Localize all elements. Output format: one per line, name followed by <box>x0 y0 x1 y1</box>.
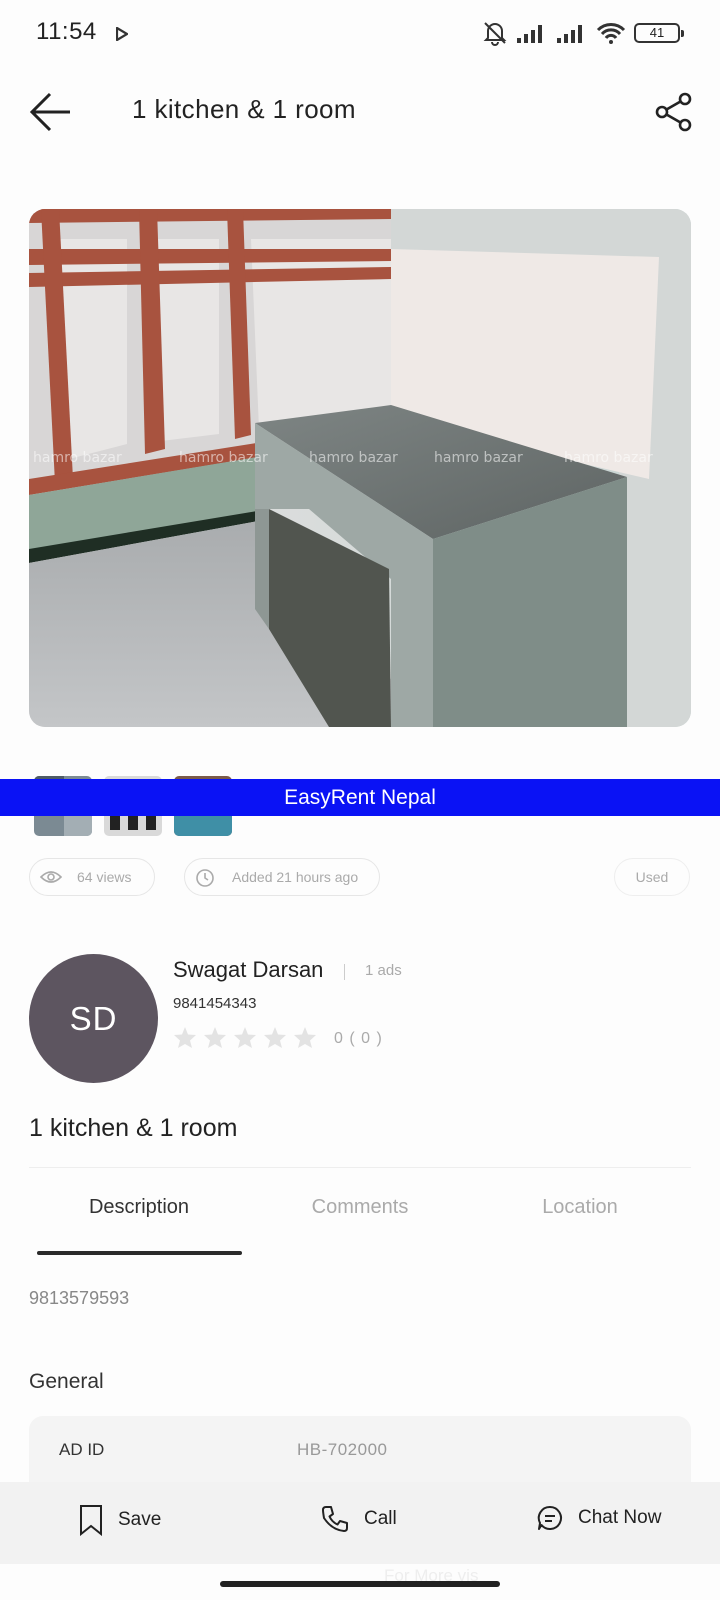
condition-badge: Used <box>614 858 690 896</box>
save-button[interactable]: Save <box>78 1504 161 1536</box>
seller-name[interactable]: Swagat Darsan <box>173 957 323 983</box>
play-notification-icon <box>116 27 128 41</box>
svg-text:hamro bazar: hamro bazar <box>434 450 523 466</box>
listing-photo-image: hamro bazar hamro bazar hamro bazar hamr… <box>29 209 691 727</box>
star-icon <box>234 1027 256 1048</box>
added-time: Added 21 hours ago <box>232 869 359 885</box>
page-title: 1 kitchen & 1 room <box>132 94 356 124</box>
description-text: 9813579593 <box>29 1288 130 1308</box>
star-icon <box>204 1027 226 1048</box>
info-row-key: AD ID <box>59 1440 105 1459</box>
seller-phone: 9841454343 <box>173 995 257 1012</box>
chat-now-button[interactable]: Chat Now <box>536 1504 661 1532</box>
views-count: 64 views <box>77 869 132 885</box>
signal-icon-1 <box>517 25 542 43</box>
seller-divider <box>344 964 345 980</box>
chat-now-label: Chat Now <box>578 1507 662 1528</box>
share-icon <box>655 92 692 132</box>
listing-title: 1 kitchen & 1 room <box>29 1114 238 1142</box>
avatar-initials: SD <box>69 999 118 1037</box>
share-button[interactable] <box>652 90 696 134</box>
svg-text:hamro bazar: hamro bazar <box>179 450 268 466</box>
arrow-left-icon <box>29 92 70 132</box>
star-icon <box>264 1027 286 1048</box>
svg-text:hamro bazar: hamro bazar <box>309 450 398 466</box>
tab-active-indicator <box>37 1251 242 1255</box>
divider <box>29 1167 691 1168</box>
call-button[interactable]: Call <box>320 1504 397 1534</box>
signal-icon-2 <box>557 25 582 43</box>
eye-icon <box>40 871 62 883</box>
listing-photo[interactable]: hamro bazar hamro bazar hamro bazar hamr… <box>29 209 691 727</box>
back-button[interactable] <box>26 88 74 136</box>
wifi-icon <box>596 23 626 44</box>
app-header: 1 kitchen & 1 room <box>0 76 720 148</box>
tab-description[interactable]: Description <box>29 1196 249 1219</box>
general-section-title: General <box>29 1370 104 1393</box>
status-bar: 11:54 41 <box>0 0 720 66</box>
phone-icon <box>322 1506 348 1532</box>
seller-rating-stars <box>173 1026 317 1049</box>
svg-text:hamro bazar: hamro bazar <box>564 450 653 466</box>
condition-label: Used <box>635 869 669 885</box>
svg-text:hamro bazar: hamro bazar <box>33 450 122 466</box>
home-indicator[interactable] <box>220 1581 500 1587</box>
overlay-banner: EasyRent Nepal <box>0 779 720 816</box>
battery-icon: 41 <box>634 23 684 43</box>
bell-muted-icon <box>483 22 507 46</box>
info-row-value: HB-702000 <box>297 1440 388 1459</box>
star-icon <box>294 1027 316 1048</box>
tab-comments[interactable]: Comments <box>250 1196 470 1219</box>
call-label: Call <box>364 1508 397 1529</box>
star-icon <box>174 1027 196 1048</box>
rating-count: 0 ( 0 ) <box>334 1030 383 1047</box>
avatar[interactable]: SD <box>29 954 158 1083</box>
added-chip: Added 21 hours ago <box>184 858 380 896</box>
views-chip: 64 views <box>29 858 155 896</box>
status-icons: 41 <box>482 20 684 46</box>
bookmark-icon <box>80 1505 102 1536</box>
tab-location[interactable]: Location <box>470 1196 690 1219</box>
clock-icon <box>196 869 214 887</box>
bottom-action-bar: Save Call Chat Now <box>0 1482 720 1564</box>
seller-ads-count[interactable]: 1 ads <box>365 962 402 979</box>
chat-icon <box>537 1505 562 1530</box>
save-label: Save <box>118 1509 162 1530</box>
status-time: 11:54 <box>36 18 97 45</box>
